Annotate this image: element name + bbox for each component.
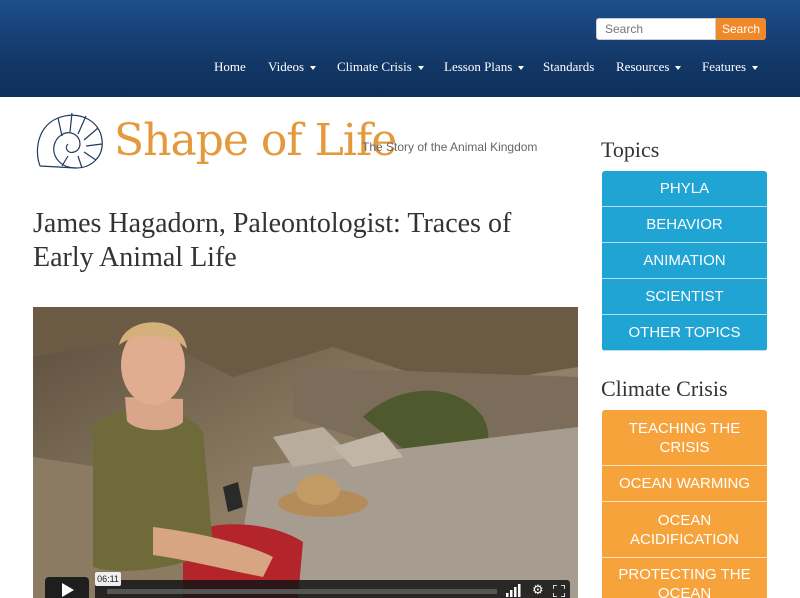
fullscreen-icon[interactable] bbox=[553, 585, 565, 597]
topics-heading: Topics bbox=[601, 137, 660, 162]
chevron-down-icon bbox=[752, 66, 759, 71]
volume-icon[interactable] bbox=[506, 583, 524, 597]
nav-item-resources[interactable]: Resources bbox=[616, 59, 682, 75]
climate-link-ocean-warming[interactable]: OCEAN WARMING bbox=[602, 466, 767, 502]
video-progress-bar[interactable] bbox=[107, 589, 497, 594]
page-title: James Hagadorn, Paleontologist: Traces o… bbox=[33, 208, 512, 273]
nav-item-lesson-plans[interactable]: Lesson Plans bbox=[444, 59, 525, 75]
video-frame bbox=[33, 307, 578, 598]
logo-tagline: The Story of the Animal Kingdom bbox=[362, 140, 538, 154]
chevron-down-icon bbox=[417, 66, 424, 71]
nav-item-climate-crisis[interactable]: Climate Crisis bbox=[337, 59, 424, 75]
settings-icon[interactable]: ⚙ bbox=[532, 583, 544, 598]
main-nav: Home Videos Climate Crisis Lesson Plans … bbox=[0, 59, 800, 77]
logo-wordmark[interactable]: Shape of Life bbox=[114, 115, 397, 166]
topic-link-behavior[interactable]: BEHAVIOR bbox=[602, 207, 767, 243]
topic-link-phyla[interactable]: PHYLA bbox=[602, 171, 767, 207]
topics-list: PHYLA BEHAVIOR ANIMATION SCIENTIST OTHER… bbox=[602, 171, 767, 351]
nautilus-logo-icon[interactable] bbox=[32, 110, 108, 172]
climate-link-teaching-the-crisis[interactable]: TEACHING THE CRISIS bbox=[602, 410, 767, 466]
topic-link-scientist[interactable]: SCIENTIST bbox=[602, 279, 767, 315]
nav-item-features[interactable]: Features bbox=[702, 59, 759, 75]
climate-crisis-list: TEACHING THE CRISIS OCEAN WARMING OCEAN … bbox=[602, 410, 767, 598]
nav-item-videos[interactable]: Videos bbox=[268, 59, 317, 75]
play-icon bbox=[62, 583, 74, 597]
chevron-down-icon bbox=[675, 66, 682, 71]
search-input[interactable] bbox=[596, 18, 716, 40]
play-button[interactable] bbox=[45, 577, 89, 598]
chevron-down-icon bbox=[518, 66, 525, 71]
topic-link-animation[interactable]: ANIMATION bbox=[602, 243, 767, 279]
nav-item-home[interactable]: Home bbox=[214, 59, 246, 75]
video-player[interactable] bbox=[33, 307, 578, 598]
climate-crisis-heading: Climate Crisis bbox=[601, 376, 728, 401]
site-header: Search Home Videos Climate Crisis Lesson… bbox=[0, 0, 800, 97]
video-controls[interactable] bbox=[95, 580, 570, 598]
chevron-down-icon bbox=[310, 66, 317, 71]
topic-link-other-topics[interactable]: OTHER TOPICS bbox=[602, 315, 767, 351]
climate-link-protecting-the-ocean[interactable]: PROTECTING THE OCEAN bbox=[602, 558, 767, 598]
nav-item-standards[interactable]: Standards bbox=[543, 59, 594, 75]
climate-link-ocean-acidification[interactable]: OCEAN ACIDIFICATION bbox=[602, 502, 767, 558]
video-time-tooltip: 06:11 bbox=[95, 572, 121, 586]
search-button[interactable]: Search bbox=[716, 18, 766, 40]
